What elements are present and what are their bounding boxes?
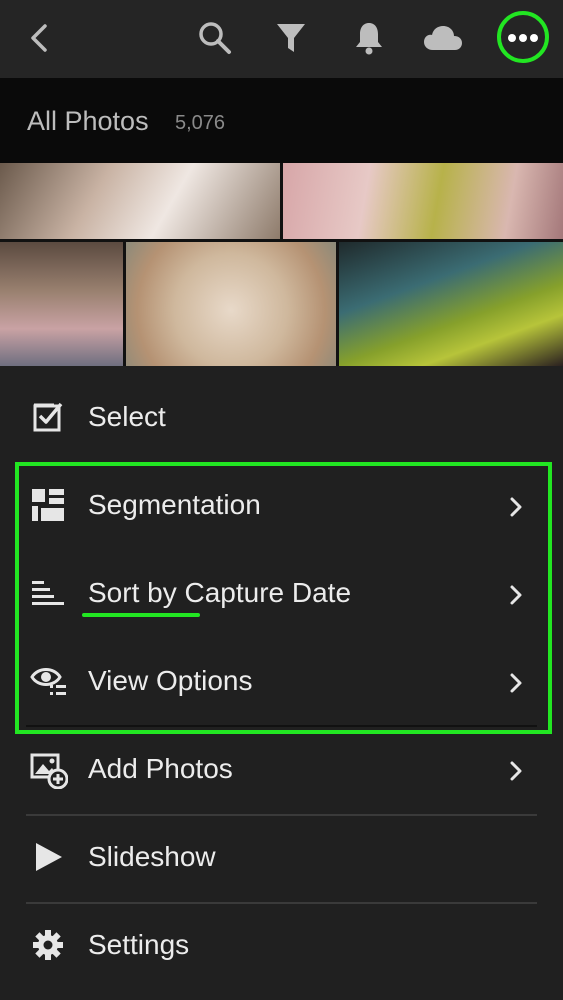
photo-thumbnail[interactable] — [126, 242, 336, 366]
menu-item-add-photos[interactable]: Add Photos — [0, 727, 563, 815]
photo-count: 5,076 — [175, 112, 226, 134]
photo-thumbnail[interactable] — [0, 242, 123, 366]
play-icon — [30, 839, 70, 879]
cloud-icon[interactable] — [421, 16, 465, 60]
photo-thumbnail[interactable] — [0, 163, 280, 239]
highlight-box — [15, 462, 552, 734]
photo-thumbnail[interactable] — [339, 242, 563, 366]
menu-item-select[interactable]: Select — [0, 375, 563, 463]
menu-item-label: Settings — [88, 929, 190, 960]
photo-grid — [0, 163, 563, 366]
back-icon[interactable] — [17, 16, 61, 60]
more-highlight-circle — [497, 11, 549, 63]
search-icon[interactable] — [193, 16, 237, 60]
filter-icon[interactable] — [269, 16, 313, 60]
menu-item-slideshow[interactable]: Slideshow — [0, 815, 563, 903]
menu-item-label: Slideshow — [88, 841, 216, 872]
chevron-right-icon — [506, 759, 526, 783]
album-title: All Photos — [27, 106, 149, 136]
menu-item-label: Select — [88, 401, 166, 432]
add-photos-icon — [30, 751, 70, 791]
album-header: All Photos 5,076 — [0, 78, 563, 163]
photo-thumbnail[interactable] — [283, 163, 563, 239]
top-toolbar — [0, 0, 563, 78]
menu-item-label: Add Photos — [88, 753, 233, 784]
gear-icon — [30, 927, 70, 967]
sort-underline-annotation — [82, 613, 200, 617]
bell-icon[interactable] — [347, 16, 391, 60]
menu-item-settings[interactable]: Settings — [0, 903, 563, 991]
checkbox-icon — [30, 399, 70, 439]
